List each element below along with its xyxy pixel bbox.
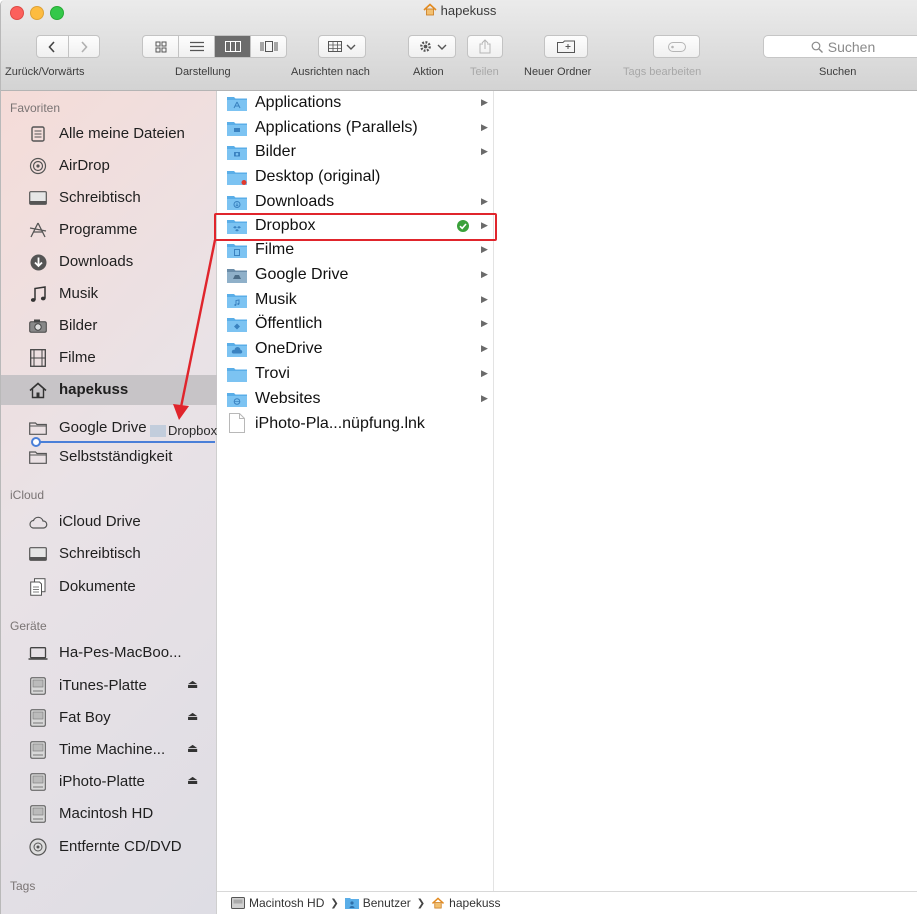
- home-icon: [432, 897, 445, 909]
- dragged-folder-icon: [150, 424, 166, 437]
- drag-ghost-label: Dropbox: [168, 423, 218, 438]
- drop-indicator-dot: [31, 437, 41, 447]
- users-folder-icon: [344, 898, 359, 909]
- path-segment-benutzer[interactable]: Benutzer: [363, 896, 411, 910]
- path-bar: Macintosh HD ❯ Benutzer ❯ hapekuss: [217, 891, 917, 914]
- path-segment-macintosh-hd[interactable]: Macintosh HD: [249, 896, 324, 910]
- drag-arrow-annotation: [173, 239, 217, 420]
- path-separator-icon: ❯: [416, 897, 426, 909]
- drop-indicator-line: [35, 441, 215, 443]
- path-segment-hapekuss[interactable]: hapekuss: [449, 896, 500, 910]
- path-separator-icon: ❯: [330, 897, 339, 909]
- drag-ghost: Dropbox: [150, 423, 217, 438]
- finder-window: hapekuss Suchen Zurück/Vorwärts Darstell…: [0, 0, 917, 914]
- disk-icon: [231, 897, 245, 909]
